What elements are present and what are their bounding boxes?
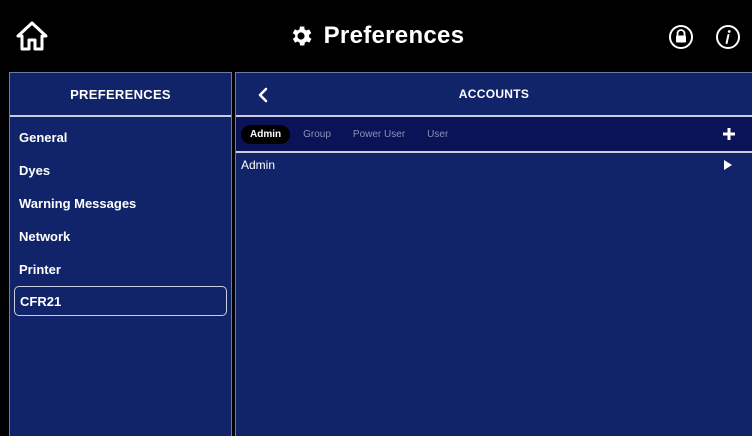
sidebar-item-general[interactable]: General (10, 121, 227, 154)
preferences-sidebar: PREFERENCES General Dyes Warning Message… (9, 72, 232, 436)
list-item[interactable]: Admin (236, 153, 752, 177)
tab-power-user[interactable]: Power User (344, 125, 414, 144)
top-bar: Preferences (0, 0, 752, 72)
caret-right-icon (724, 160, 732, 170)
sidebar-item-warning-messages[interactable]: Warning Messages (10, 187, 227, 220)
sidebar-title: PREFERENCES (10, 73, 231, 117)
tab-user[interactable]: User (418, 125, 457, 144)
sidebar-item-cfr21[interactable]: CFR21 (14, 286, 227, 316)
sidebar-list: General Dyes Warning Messages Network Pr… (10, 117, 231, 316)
sidebar-item-printer[interactable]: Printer (10, 253, 227, 286)
gear-icon (292, 26, 312, 46)
info-icon[interactable] (715, 24, 741, 50)
chevron-left-icon[interactable] (256, 87, 270, 103)
account-type-tabs: Admin Group Power User User (236, 117, 752, 153)
sidebar-item-dyes[interactable]: Dyes (10, 154, 227, 187)
account-name: Admin (241, 158, 276, 172)
title-group: Preferences (0, 0, 752, 72)
tab-admin[interactable]: Admin (241, 124, 291, 144)
lock-icon[interactable] (668, 24, 694, 50)
accounts-panel: ACCOUNTS Admin Group Power User User Adm… (235, 72, 752, 436)
accounts-title: ACCOUNTS (458, 87, 530, 101)
plus-icon[interactable] (723, 128, 735, 140)
tab-group[interactable]: Group (294, 125, 340, 144)
page-title: Preferences (323, 22, 465, 49)
accounts-header: ACCOUNTS (236, 73, 752, 117)
sidebar-item-network[interactable]: Network (10, 220, 227, 253)
